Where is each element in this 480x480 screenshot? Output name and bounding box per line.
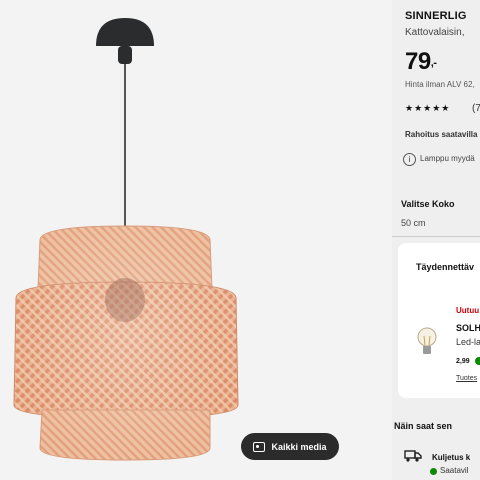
accessory-section-title: Täydennettäv bbox=[416, 262, 475, 272]
size-selector-label: Valitse Koko bbox=[401, 199, 455, 209]
all-media-button[interactable]: Kaikki media bbox=[241, 433, 339, 460]
info-icon: i bbox=[403, 153, 416, 166]
add-accessory-button[interactable] bbox=[475, 357, 480, 365]
new-badge: Uutuu bbox=[456, 306, 480, 315]
bulb-sold-separately-note: Lamppu myydä bbox=[420, 154, 475, 163]
product-info-panel: SINNERLIG Kattovalaisin, 79,- Hinta ilma… bbox=[392, 0, 480, 480]
truck-icon bbox=[404, 450, 422, 462]
product-media[interactable]: Kaikki media bbox=[0, 0, 392, 480]
availability-dot bbox=[430, 468, 437, 475]
delivery-option[interactable]: Kuljetus k bbox=[432, 453, 470, 462]
product-name: SINNERLIG bbox=[405, 10, 467, 22]
delivery-section-title: Näin saat sen bbox=[394, 421, 453, 431]
accessory-product-name[interactable]: SOLH bbox=[456, 323, 480, 333]
delivery-status: Saatavil bbox=[440, 466, 469, 475]
rating-stars[interactable]: ★★★★★ bbox=[405, 103, 450, 114]
divider bbox=[392, 236, 480, 237]
product-price: 79,- bbox=[405, 48, 437, 76]
accessory-product-price: 2,99 bbox=[456, 358, 470, 365]
accessory-product-desc: Led-la bbox=[456, 337, 480, 347]
all-media-label: Kaikki media bbox=[271, 441, 327, 452]
price-main: 79 bbox=[405, 48, 431, 75]
product-description: Kattovalaisin, bbox=[405, 27, 465, 38]
accessory-product-link[interactable]: Tuotes bbox=[456, 375, 477, 382]
financing-link[interactable]: Rahoitus saatavilla bbox=[405, 130, 477, 139]
vat-note: Hinta ilman ALV 62, bbox=[405, 80, 475, 89]
image-gallery-icon bbox=[253, 441, 266, 452]
bulb-icon bbox=[417, 327, 437, 354]
size-selector-value[interactable]: 50 cm bbox=[401, 218, 426, 228]
pendant-lamp-image bbox=[13, 18, 240, 462]
review-count[interactable]: (7 bbox=[472, 103, 480, 114]
price-suffix: ,- bbox=[430, 57, 437, 69]
